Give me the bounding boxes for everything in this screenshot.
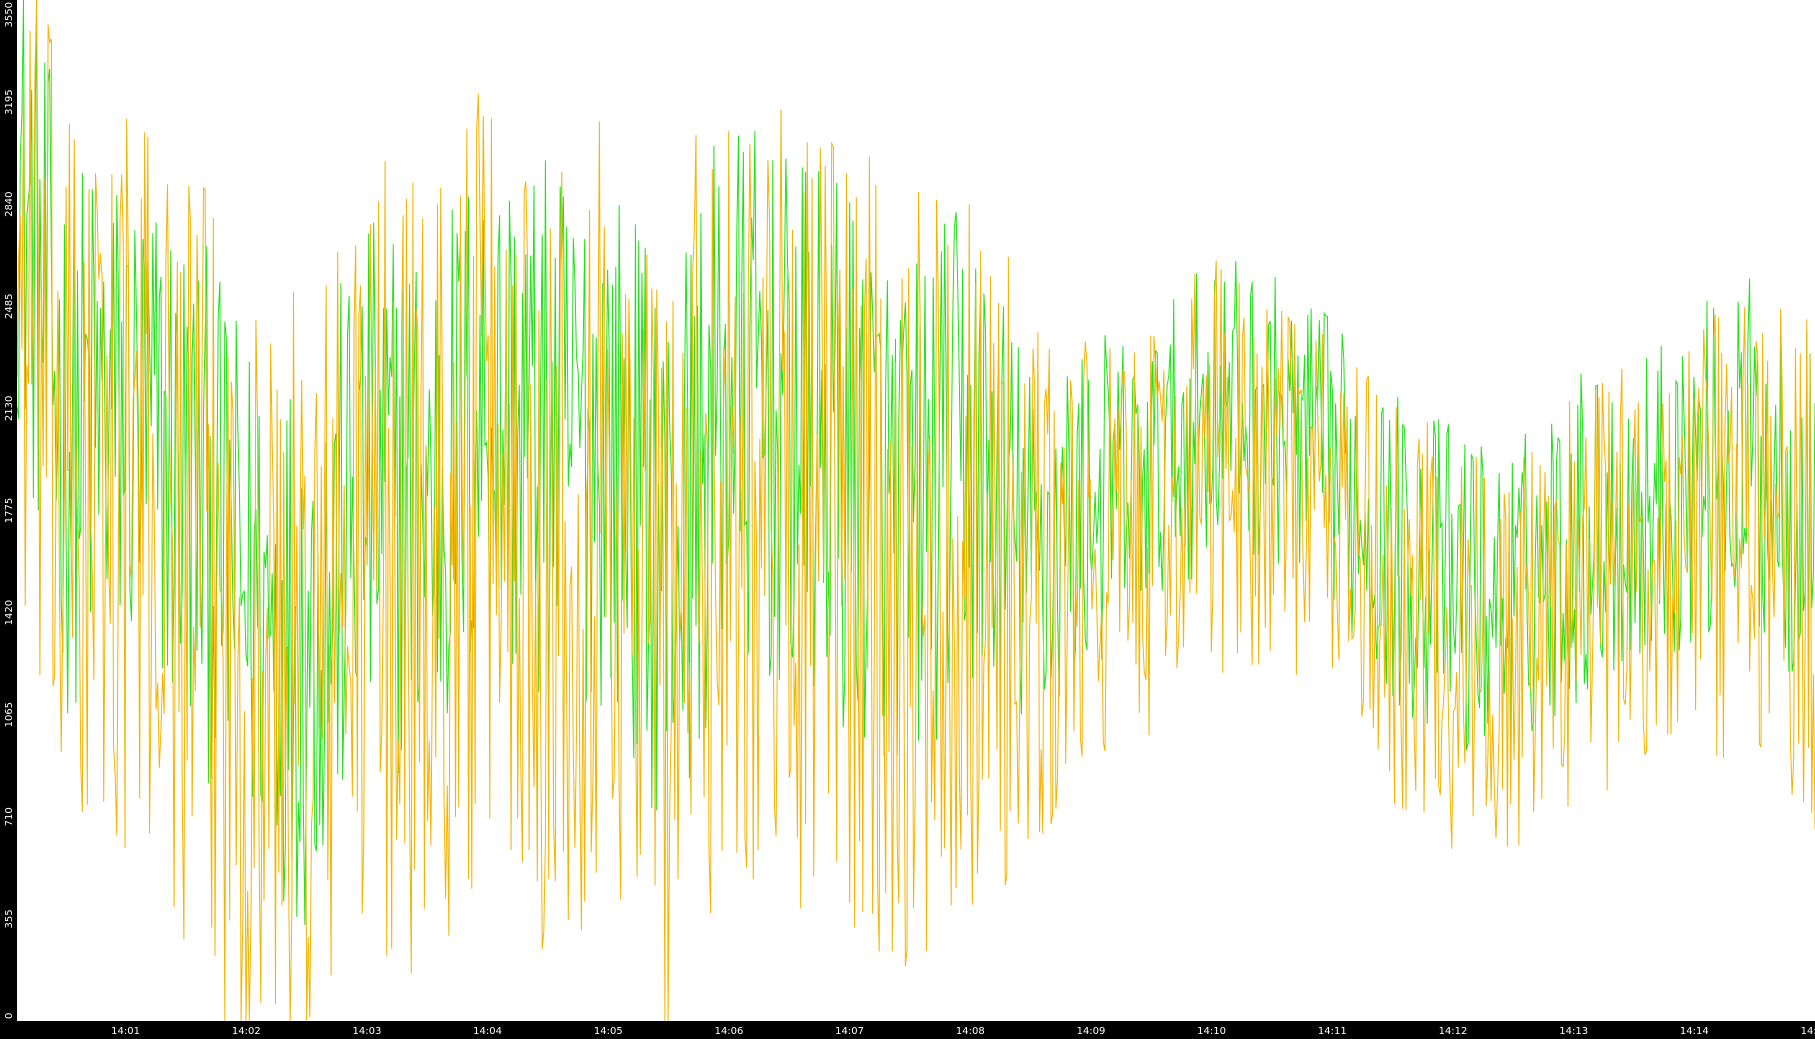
y-tick-label: 1420 [4,600,15,625]
x-tick-label: 14:04 [473,1026,502,1037]
x-tick-label: 14:07 [835,1026,864,1037]
x-tick-label: 14:15 [1801,1026,1815,1037]
x-tick-label: 14:01 [111,1026,140,1037]
y-tick-label: 3550 [4,2,15,27]
y-tick-label: 0 [4,1013,15,1019]
y-tick-label: 355 [4,909,15,928]
x-tick-label: 14:11 [1318,1026,1347,1037]
y-tick-label: 3195 [4,89,15,114]
x-tick-label: 14:09 [1077,1026,1106,1037]
x-tick-label: 14:12 [1439,1026,1468,1037]
x-tick-label: 14:10 [1197,1026,1226,1037]
y-tick-label: 1775 [4,498,15,523]
x-tick-label: 14:14 [1680,1026,1709,1037]
x-tick-label: 14:08 [956,1026,985,1037]
x-tick-label: 14:02 [232,1026,261,1037]
x-tick-label: 14:05 [594,1026,623,1037]
y-tick-label: 710 [4,807,15,826]
x-tick-label: 14:06 [715,1026,744,1037]
x-tick-label: 14:13 [1559,1026,1588,1037]
chart-svg: 035571010651420177521302485284031953550 … [0,0,1815,1039]
x-axis-band [0,1021,1815,1039]
y-tick-label: 2130 [4,396,15,421]
y-tick-label: 2840 [4,191,15,216]
y-tick-label: 1065 [4,702,15,727]
x-tick-label: 14:03 [352,1026,381,1037]
x-axis-ticks: 14:01 14:02 14:03 14:04 14:05 14:06 14:07 14:08… [111,1026,1815,1037]
y-tick-label: 2485 [4,294,15,319]
